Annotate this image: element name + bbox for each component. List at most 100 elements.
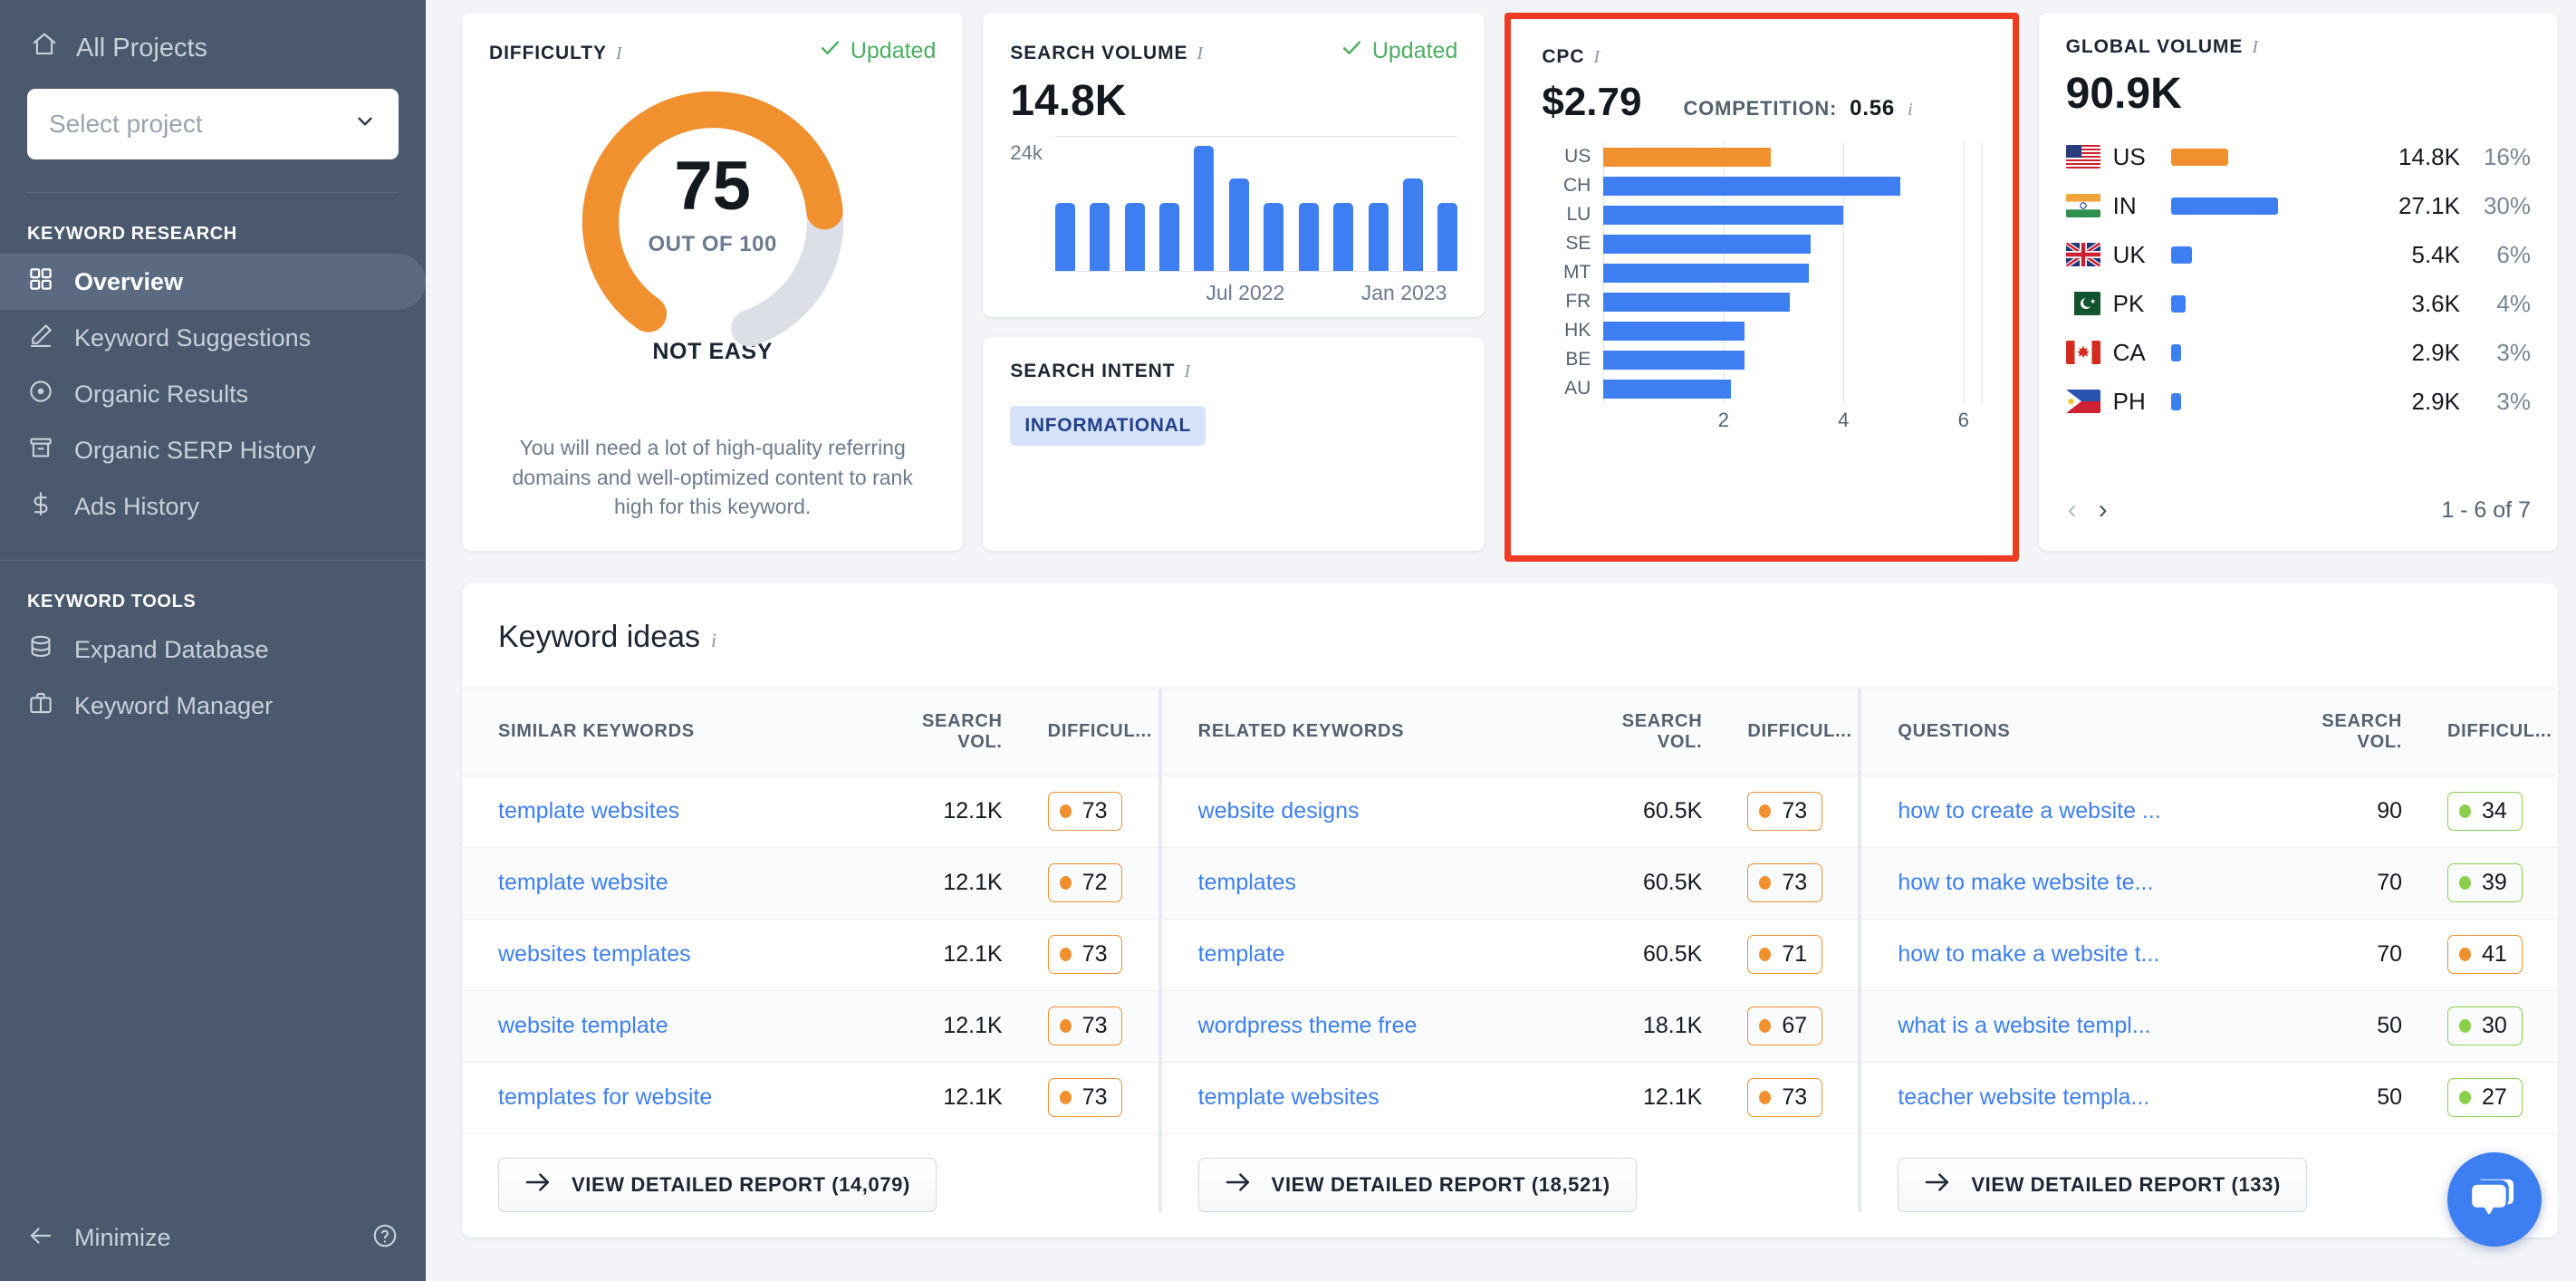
table-row[interactable]: template websites 12.1K 73	[1161, 1062, 1859, 1134]
table-row[interactable]: templates for website 12.1K 73	[462, 1062, 1158, 1134]
table-row[interactable]: website designs 60.5K 73	[1161, 775, 1859, 848]
keyword-link[interactable]: website designs	[1161, 775, 1589, 848]
keyword-link[interactable]: template websites	[1161, 1062, 1589, 1134]
keyword-link[interactable]: how to create a website ...	[1861, 775, 2289, 848]
table-row[interactable]: how to make a website t... 70 41	[1861, 919, 2558, 991]
table-row[interactable]: websites templates 12.1K 73	[462, 919, 1158, 991]
cpc-y-tick-label: FR	[1565, 291, 1591, 312]
sidebar-item-label: Organic Results	[74, 380, 249, 408]
cpc-card-header: CPC i	[1542, 46, 1981, 68]
info-icon[interactable]: i	[1184, 361, 1191, 382]
keyword-difficulty-cell: 72	[1024, 847, 1158, 920]
keyword-link[interactable]: template	[1161, 919, 1589, 991]
arrow-left-icon[interactable]	[27, 1222, 54, 1254]
global-volume-pagination: ‹ › 1 - 6 of 7	[2066, 496, 2531, 527]
ca-flag-icon	[2065, 341, 2100, 364]
table-row[interactable]: teacher website templa... 50 27	[1861, 1062, 2558, 1134]
table-row[interactable]: template websites 12.1K 73	[462, 775, 1158, 848]
check-icon	[819, 36, 841, 65]
grid-icon	[27, 265, 54, 299]
difficulty-badge: 41	[2447, 935, 2523, 974]
keyword-link[interactable]: templates	[1161, 847, 1589, 920]
info-icon[interactable]: i	[1197, 43, 1204, 64]
archive-icon	[27, 434, 54, 467]
keyword-ideas-table: RELATED KEYWORDS SEARCH VOL. DIFFICUL... web…	[1161, 689, 1859, 1134]
x-tick-label: Jan 2023	[1360, 281, 1447, 304]
question-circle-icon[interactable]	[371, 1222, 399, 1254]
table-row[interactable]: template 60.5K 71	[1161, 919, 1859, 991]
table-row[interactable]: wordpress theme free 18.1K 67	[1161, 990, 1859, 1063]
keyword-link[interactable]: what is a website templ...	[1861, 990, 2289, 1063]
sidebar: All Projects Select project KEYWORD RESE…	[0, 0, 426, 1281]
column-header-search-volume[interactable]: SEARCH VOL.	[888, 689, 1024, 776]
cpc-x-tick-label: 6	[1957, 409, 1969, 431]
keyword-link[interactable]: wordpress theme free	[1161, 990, 1589, 1063]
prev-page-button[interactable]: ‹	[2066, 496, 2097, 524]
search-volume-card: SEARCH VOLUME i Updated 14.8K 24k	[983, 13, 1485, 317]
column-header-keyword[interactable]: RELATED KEYWORDS	[1161, 689, 1589, 776]
sidebar-item-ads-history[interactable]: Ads History	[0, 478, 426, 535]
sidebar-item-organic-results[interactable]: Organic Results	[0, 366, 426, 422]
all-projects-label: All Projects	[76, 33, 208, 63]
cpc-bar	[1603, 176, 1901, 196]
view-detailed-report-button[interactable]: VIEW DETAILED REPORT (133)	[1898, 1157, 2307, 1212]
project-select[interactable]: Select project	[27, 89, 399, 159]
info-icon[interactable]: i	[616, 43, 623, 64]
in-flag-icon	[2065, 194, 2100, 217]
info-icon[interactable]: i	[1908, 100, 1913, 120]
column-header-difficulty[interactable]: DIFFICUL...	[1724, 689, 1859, 776]
keyword-difficulty-cell: 71	[1724, 919, 1859, 991]
view-detailed-report-button[interactable]: VIEW DETAILED REPORT (18,521)	[1197, 1157, 1637, 1212]
keyword-ideas-tables: SIMILAR KEYWORDS SEARCH VOL. DIFFICUL... tem…	[462, 688, 2558, 1212]
column-header-keyword[interactable]: QUESTIONS	[1861, 689, 2289, 776]
info-icon[interactable]: i	[1593, 47, 1600, 68]
ph-flag-icon	[2065, 390, 2100, 413]
column-header-keyword[interactable]: SIMILAR KEYWORDS	[462, 689, 889, 776]
info-icon[interactable]: i	[2252, 37, 2259, 58]
column-header-search-volume[interactable]: SEARCH VOL.	[1588, 689, 1725, 776]
search-volume-status-label: Updated	[1371, 37, 1458, 63]
view-detailed-report-button[interactable]: VIEW DETAILED REPORT (14,079)	[498, 1157, 937, 1212]
column-header-difficulty[interactable]: DIFFICUL...	[1024, 689, 1158, 776]
chat-bubble-icon[interactable]	[2447, 1152, 2542, 1247]
keyword-link[interactable]: teacher website templa...	[1861, 1062, 2289, 1134]
table-row[interactable]: what is a website templ... 50 30	[1861, 990, 2558, 1063]
search-volume-bar	[1159, 202, 1180, 271]
keyword-link[interactable]: website template	[462, 990, 889, 1063]
cpc-x-labels: 2 4 6	[1603, 409, 1981, 439]
search-volume-bars	[1054, 136, 1458, 271]
sidebar-item-expand-database[interactable]: Expand Database	[0, 621, 426, 678]
pk-flag-icon	[2065, 292, 2100, 315]
column-header-search-volume[interactable]: SEARCH VOL.	[2288, 689, 2425, 776]
column-header-difficulty[interactable]: DIFFICUL...	[2424, 689, 2558, 776]
keyword-volume: 60.5K	[1588, 919, 1725, 991]
keyword-volume: 12.1K	[1588, 1062, 1725, 1134]
keyword-difficulty-cell: 73	[1024, 775, 1158, 848]
sidebar-item-keyword-manager[interactable]: Keyword Manager	[0, 678, 426, 734]
sidebar-item-overview[interactable]: Overview	[0, 254, 426, 310]
table-row[interactable]: how to create a website ... 90 34	[1861, 775, 2558, 848]
search-volume-bar	[1124, 202, 1145, 271]
cpc-y-labels: US CH LU SE MT FR HK BE AU	[1542, 142, 1591, 403]
keyword-link[interactable]: template websites	[462, 775, 889, 848]
difficulty-card: DIFFICULTY i Updated 75	[462, 13, 964, 551]
keyword-link[interactable]: templates for website	[462, 1062, 889, 1134]
table-row[interactable]: templates 60.5K 73	[1161, 847, 1859, 920]
table-row[interactable]: website template 12.1K 73	[462, 990, 1158, 1063]
difficulty-dot-icon	[1059, 948, 1072, 961]
sidebar-item-organic-serp-history[interactable]: Organic SERP History	[0, 422, 426, 478]
keyword-link[interactable]: template website	[462, 847, 889, 920]
group-footer: VIEW DETAILED REPORT (14,079)	[462, 1134, 1158, 1212]
info-icon[interactable]: i	[711, 629, 716, 652]
keyword-link[interactable]: how to make a website t...	[1861, 919, 2289, 991]
table-row[interactable]: template website 12.1K 72	[462, 847, 1158, 920]
all-projects-link[interactable]: All Projects	[27, 24, 399, 65]
country-percent: 3%	[2496, 338, 2531, 366]
keyword-link[interactable]: how to make website te...	[1861, 847, 2289, 920]
keyword-link[interactable]: websites templates	[462, 919, 889, 991]
table-row[interactable]: how to make website te... 70 39	[1861, 847, 2558, 920]
sidebar-item-keyword-suggestions[interactable]: Keyword Suggestions	[0, 310, 426, 366]
minimize-button[interactable]: Minimize	[74, 1224, 171, 1252]
difficulty-dot-icon	[1059, 1019, 1072, 1033]
next-page-button[interactable]: ›	[2097, 496, 2128, 524]
